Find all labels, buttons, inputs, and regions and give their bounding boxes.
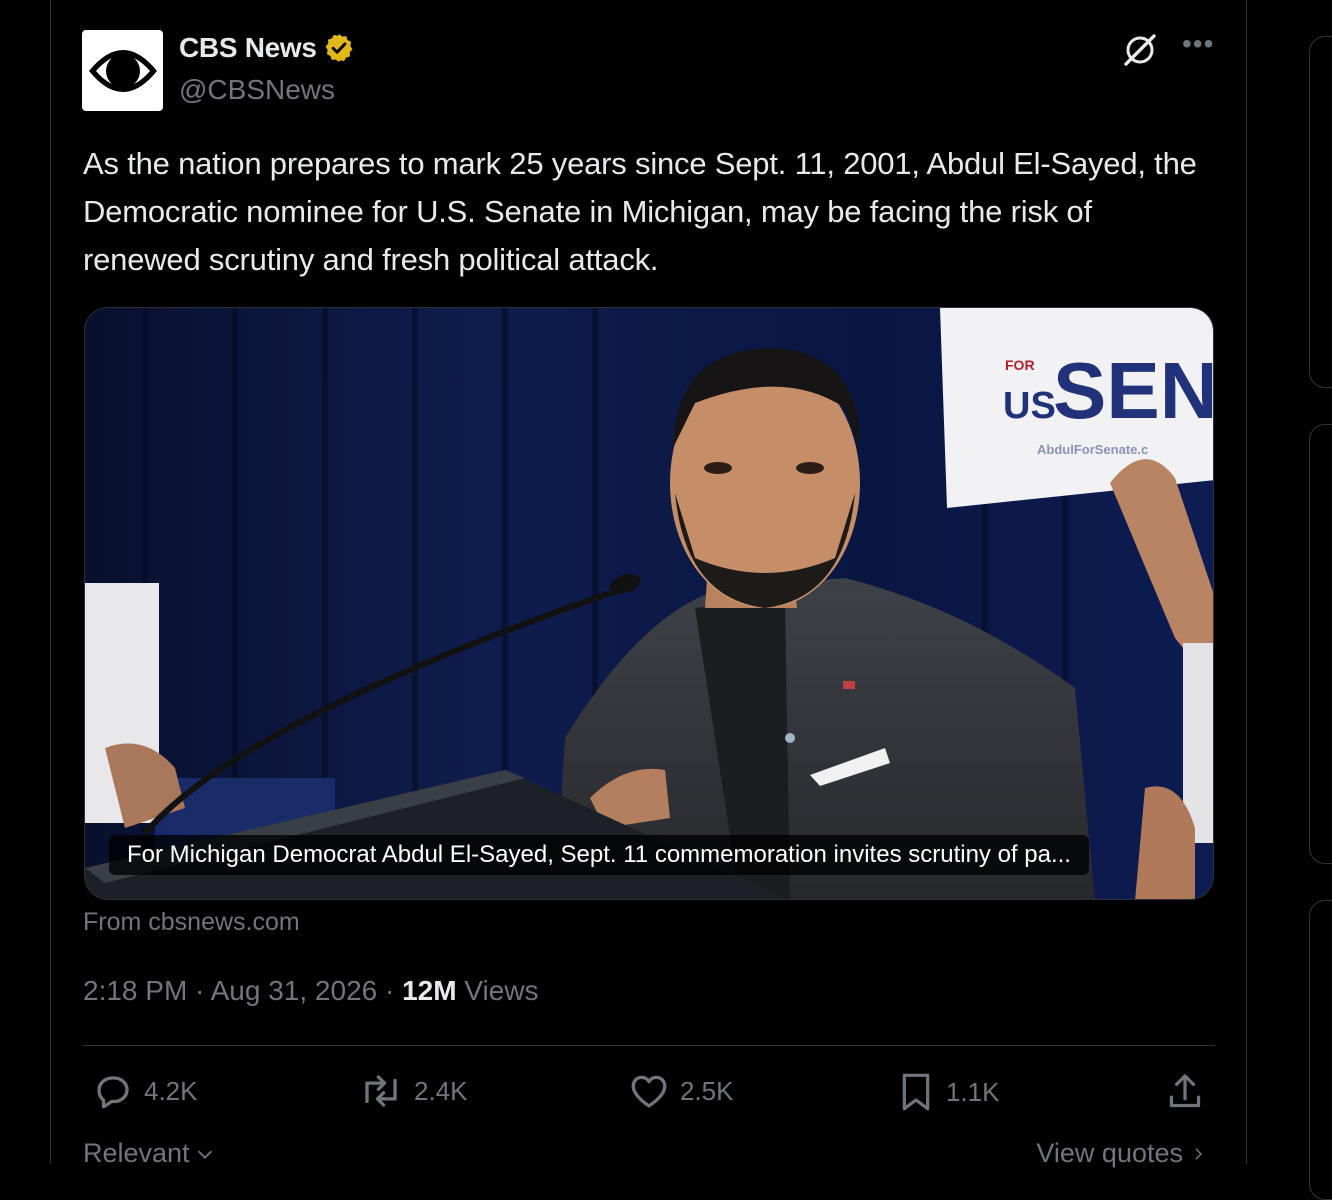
bookmark-count: 1.1K [946,1076,1000,1107]
cbs-eye-icon [88,49,157,92]
tweet-text: As the nation prepares to mark 25 years … [83,146,1197,277]
like-button[interactable]: 2.5K [628,1070,734,1112]
chevron-right-icon [1195,1147,1203,1160]
like-count: 2.5K [680,1075,734,1106]
repost-button[interactable]: 2.4K [358,1070,468,1112]
meta-separator: · [187,975,211,1006]
verified-badge-icon [325,34,353,62]
avatar[interactable] [82,30,163,111]
chevron-down-icon [197,1150,212,1159]
repost-count: 2.4K [414,1075,468,1106]
link-card-image[interactable]: FOR US SENA AbdulForSenate.c [84,307,1214,900]
reply-count: 4.2K [144,1075,198,1106]
card-photo: FOR US SENA AbdulForSenate.c [85,308,1214,899]
share-icon [1169,1074,1201,1108]
action-bar: 4.2K 2.4K 2.5K 1.1K [92,1070,1212,1120]
sidebar-card [1309,424,1332,864]
grok-icon[interactable] [1120,30,1160,70]
reply-button[interactable]: 4.2K [92,1070,198,1112]
like-icon [631,1075,667,1108]
views-label: Views [456,975,539,1006]
view-quotes-link[interactable]: View quotes [1036,1138,1207,1169]
tweet-meta: 2:18 PM · Aug 31, 2026 · 12M Views [83,975,539,1007]
author-name-row[interactable]: CBS News [179,32,355,64]
divider [83,1045,1215,1046]
tweet-date[interactable]: Aug 31, 2026 [211,975,378,1006]
repost-icon [365,1075,397,1107]
sidebar-card [1309,36,1332,388]
view-quotes-label: View quotes [1036,1138,1183,1168]
reply-icon [97,1076,129,1109]
sign-us: US [1003,385,1056,427]
bookmark-button[interactable]: 1.1K [896,1070,1000,1114]
tweet-top-actions: ••• [1120,30,1214,70]
sidebar-card [1309,900,1332,1200]
more-icon[interactable]: ••• [1182,30,1214,58]
link-card-caption[interactable]: For Michigan Democrat Abdul El-Sayed, Se… [109,835,1089,875]
author-handle[interactable]: @CBSNews [179,74,335,106]
sort-replies-button[interactable]: Relevant [83,1138,216,1169]
sign-for: FOR [1005,357,1035,373]
views-count: 12M [402,975,457,1006]
tweet-time[interactable]: 2:18 PM [83,975,187,1006]
sign-senate: SENA [1053,346,1214,435]
author-name[interactable]: CBS News [179,32,317,64]
share-button[interactable] [1164,1070,1206,1114]
bookmark-icon [902,1073,930,1111]
sort-label: Relevant [83,1138,190,1168]
link-source[interactable]: From cbsnews.com [83,908,300,937]
sign-url: AbdulForSenate.c [1037,442,1148,457]
meta-separator: · [377,975,403,1006]
